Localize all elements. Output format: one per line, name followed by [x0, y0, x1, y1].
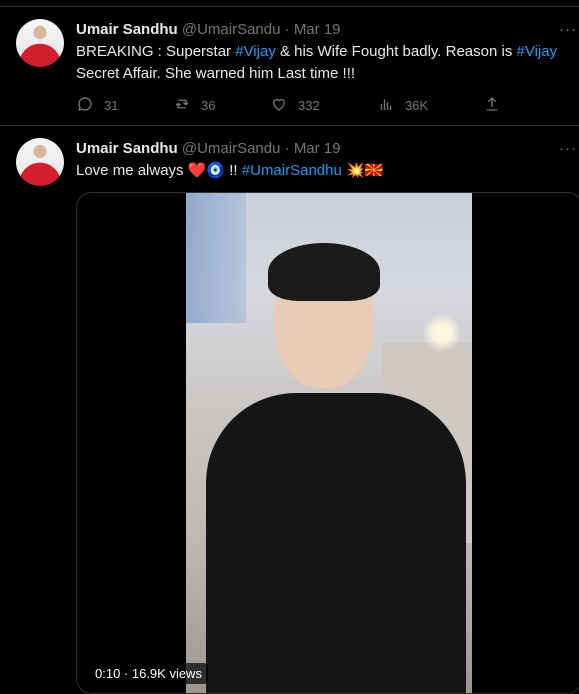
- background-window: [186, 193, 246, 323]
- tweet-2[interactable]: Umair Sandhu @UmairSandu · Mar 19 ··· Lo…: [0, 125, 579, 694]
- more-icon[interactable]: ···: [559, 140, 577, 157]
- tweet-header: Umair Sandhu @UmairSandu · Mar 19: [76, 140, 341, 157]
- avatar[interactable]: [16, 138, 64, 186]
- tweet-text-part: BREAKING : Superstar: [76, 43, 236, 60]
- like-icon: [270, 95, 288, 116]
- video-frame[interactable]: [186, 193, 472, 693]
- tweet-text: BREAKING : Superstar #Vijay & his Wife F…: [76, 41, 566, 85]
- retweet-count: 36: [201, 98, 216, 113]
- video-player[interactable]: 0:10 · 16.9K views: [76, 192, 579, 694]
- views-icon: [377, 95, 395, 116]
- share-button[interactable]: [483, 95, 501, 116]
- tweet-text-part: Love me always: [76, 162, 188, 179]
- author-handle[interactable]: @UmairSandu: [182, 21, 281, 38]
- views-count: 36K: [405, 98, 429, 113]
- separator-dot: ·: [280, 21, 294, 38]
- tweet-1[interactable]: Umair Sandhu @UmairSandu · Mar 19 ··· BR…: [0, 6, 579, 125]
- nazar-emoji: 🧿: [206, 162, 226, 179]
- tweet-date[interactable]: Mar 19: [294, 21, 341, 38]
- author-handle[interactable]: @UmairSandu: [182, 140, 281, 157]
- tweet-date[interactable]: Mar 19: [294, 140, 341, 157]
- reply-count: 31: [104, 98, 119, 113]
- video-views-badge: 0:10 · 16.9K views: [89, 663, 208, 684]
- person-shirt: [206, 393, 466, 693]
- more-icon[interactable]: ···: [559, 21, 577, 38]
- tweet-text-part: & his Wife Fought badly. Reason is: [275, 43, 517, 60]
- reply-button[interactable]: 31: [76, 95, 118, 116]
- like-button[interactable]: 332: [270, 95, 320, 116]
- like-count: 332: [298, 98, 320, 113]
- separator-dot: ·: [280, 140, 294, 157]
- tweet-text-part: Secret Affair. She warned him Last time …: [76, 65, 356, 82]
- retweet-button[interactable]: 36: [173, 95, 215, 116]
- views-button[interactable]: 36K: [377, 95, 428, 116]
- hashtag-vijay[interactable]: #Vijay: [517, 43, 558, 60]
- hashtag-umairsandhu[interactable]: #UmairSandhu: [242, 162, 342, 179]
- retweet-icon: [173, 95, 191, 116]
- tweet-text: Love me always ❤️🧿 !! #UmairSandhu 💥🇲🇰: [76, 160, 566, 182]
- tweet-actions: 31 36 332 36K: [76, 95, 506, 115]
- hashtag-vijay[interactable]: #Vijay: [235, 43, 276, 60]
- author-name[interactable]: Umair Sandhu: [76, 140, 178, 157]
- collision-emoji: 💥: [341, 162, 365, 179]
- tweet-header: Umair Sandhu @UmairSandu · Mar 19: [76, 21, 341, 38]
- lamp-light: [422, 313, 462, 353]
- share-icon: [483, 95, 501, 116]
- person-hair: [268, 243, 380, 301]
- heart-emoji: ❤️: [187, 162, 207, 179]
- avatar[interactable]: [16, 19, 64, 67]
- flag-emoji: 🇲🇰: [364, 162, 384, 179]
- author-name[interactable]: Umair Sandhu: [76, 21, 178, 38]
- reply-icon: [76, 95, 94, 116]
- tweet-text-part: !!: [225, 162, 242, 179]
